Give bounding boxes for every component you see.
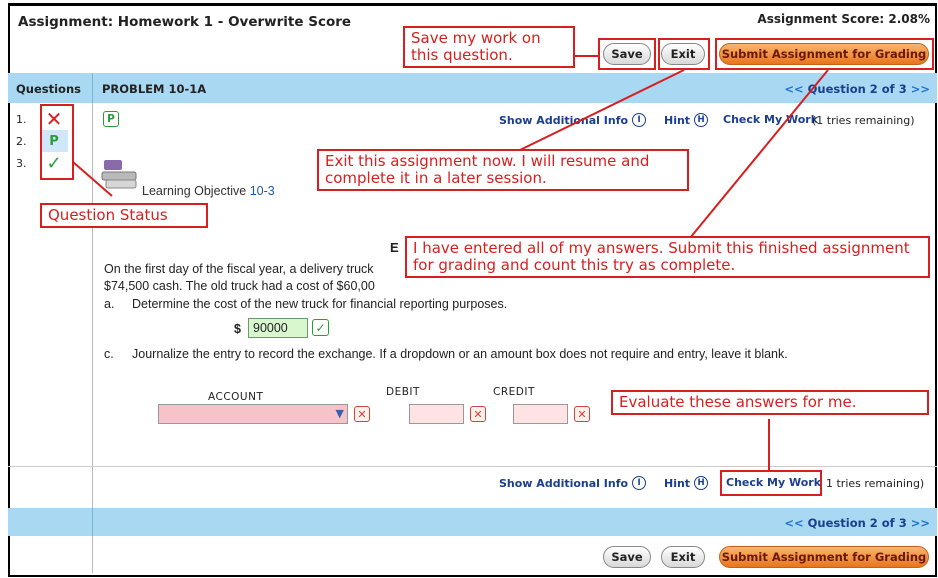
submit-highlight: [715, 38, 934, 70]
callout-save: Save my work on this question.: [403, 26, 575, 68]
callout-exit: Exit this assignment now. I will resume …: [317, 149, 689, 191]
callout-question-status: Question Status: [40, 203, 208, 228]
callout-evaluate: Evaluate these answers for me.: [611, 390, 929, 415]
save-highlight: [598, 38, 656, 70]
question-status-highlight: [40, 104, 74, 180]
check-my-work-highlight: [720, 470, 822, 496]
callout-submit: I have entered all of my answers. Submit…: [405, 236, 930, 278]
exit-highlight: [658, 38, 710, 70]
